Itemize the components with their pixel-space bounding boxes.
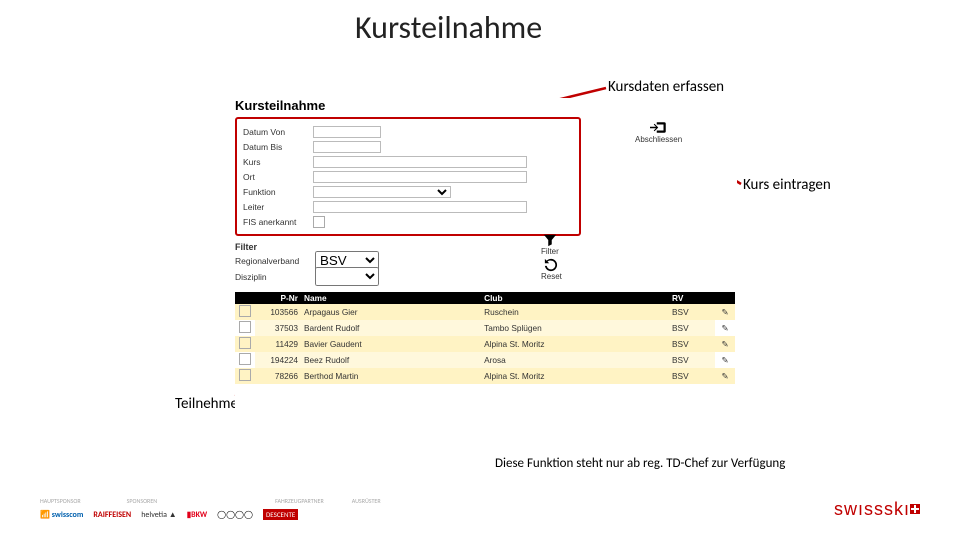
lbl-funktion: Funktion (243, 187, 313, 197)
checkbox-fis[interactable] (313, 216, 325, 228)
participants-table: P-Nr Name Club RV 103566 Arpagaus Gier R… (235, 292, 735, 384)
th-pnr: P-Nr (255, 292, 301, 304)
lbl-fahrzeug: FAHRZEUGPARTNER (275, 497, 324, 505)
table-row: 103566 Arpagaus Gier Ruschein BSV ✎ (235, 304, 735, 320)
logo-bkw: ▮BKW (187, 510, 207, 520)
lbl-kurs: Kurs (243, 157, 313, 167)
lbl-regionalverband: Regionalverband (235, 256, 315, 266)
lbl-leiter: Leiter (243, 202, 313, 212)
kurs-form: Datum Von Datum Bis Kurs Ort Funktion Le… (235, 117, 581, 236)
app-heading: Kursteilnahme (235, 98, 737, 113)
th-rv: RV (669, 292, 715, 304)
input-datum-von[interactable] (313, 126, 381, 138)
abschliessen-button[interactable]: Abschliessen (635, 120, 682, 144)
lbl-sponsoren: SPONSOREN (127, 497, 158, 505)
row-checkbox[interactable] (239, 369, 251, 381)
abschliessen-label: Abschliessen (635, 135, 682, 144)
logo-audi: ◯◯◯◯ (217, 510, 253, 520)
footer: HAUPTSPONSOR SPONSOREN FAHRZEUGPARTNER A… (40, 497, 920, 520)
lbl-ort: Ort (243, 172, 313, 182)
filter-heading: Filter (235, 242, 737, 252)
row-checkbox[interactable] (239, 305, 251, 317)
filter-label: Filter (541, 247, 559, 256)
reset-button[interactable]: Reset (541, 258, 562, 281)
select-disziplin[interactable] (315, 267, 379, 286)
table-row: 78266 Berthod Martin Alpina St. Moritz B… (235, 368, 735, 384)
row-checkbox[interactable] (239, 353, 251, 365)
permission-note: Diese Funktion steht nur ab reg. TD-Chef… (495, 456, 785, 471)
edit-icon[interactable]: ✎ (722, 339, 729, 349)
lbl-hauptsponsor: HAUPTSPONSOR (40, 497, 81, 505)
row-checkbox[interactable] (239, 321, 251, 333)
callout-eintragen: Kurs eintragen (743, 176, 831, 194)
table-row: 194224 Beez Rudolf Arosa BSV ✎ (235, 352, 735, 368)
logo-descente: DESCENTE (263, 509, 298, 520)
edit-icon[interactable]: ✎ (722, 307, 729, 317)
th-name: Name (301, 292, 481, 304)
input-datum-bis[interactable] (313, 141, 381, 153)
lbl-fis: FIS anerkannt (243, 217, 313, 227)
logo-swissski: swıssskı (834, 499, 920, 520)
login-icon (650, 120, 668, 135)
lbl-disziplin: Disziplin (235, 272, 315, 282)
app-panel: Kursteilnahme Datum Von Datum Bis Kurs O… (235, 98, 737, 428)
reset-label: Reset (541, 272, 562, 281)
table-row: 11429 Bavier Gaudent Alpina St. Moritz B… (235, 336, 735, 352)
table-row: 37503 Bardent Rudolf Tambo Splügen BSV ✎ (235, 320, 735, 336)
input-kurs[interactable] (313, 156, 527, 168)
edit-icon[interactable]: ✎ (722, 355, 729, 365)
lbl-datum-bis: Datum Bis (243, 142, 313, 152)
edit-icon[interactable]: ✎ (722, 371, 729, 381)
swiss-flag-icon (910, 504, 920, 514)
th-club: Club (481, 292, 669, 304)
logo-helvetia: helvetia ▲ (141, 510, 177, 520)
logo-raiffeisen: RAIFFEISEN (93, 510, 131, 520)
edit-icon[interactable]: ✎ (722, 323, 729, 333)
lbl-datum-von: Datum Von (243, 127, 313, 137)
select-funktion[interactable] (313, 186, 451, 198)
callout-kursdaten: Kursdaten erfassen (608, 78, 724, 96)
logo-swisscom: 📶 swisscom (40, 510, 83, 520)
input-leiter[interactable] (313, 201, 527, 213)
slide-title: Kursteilnahme (355, 8, 542, 47)
row-checkbox[interactable] (239, 337, 251, 349)
funnel-icon (543, 233, 557, 247)
undo-icon (544, 258, 558, 272)
input-ort[interactable] (313, 171, 527, 183)
lbl-ausruester: AUSRÜSTER (352, 497, 381, 505)
filter-button[interactable]: Filter (541, 233, 559, 256)
